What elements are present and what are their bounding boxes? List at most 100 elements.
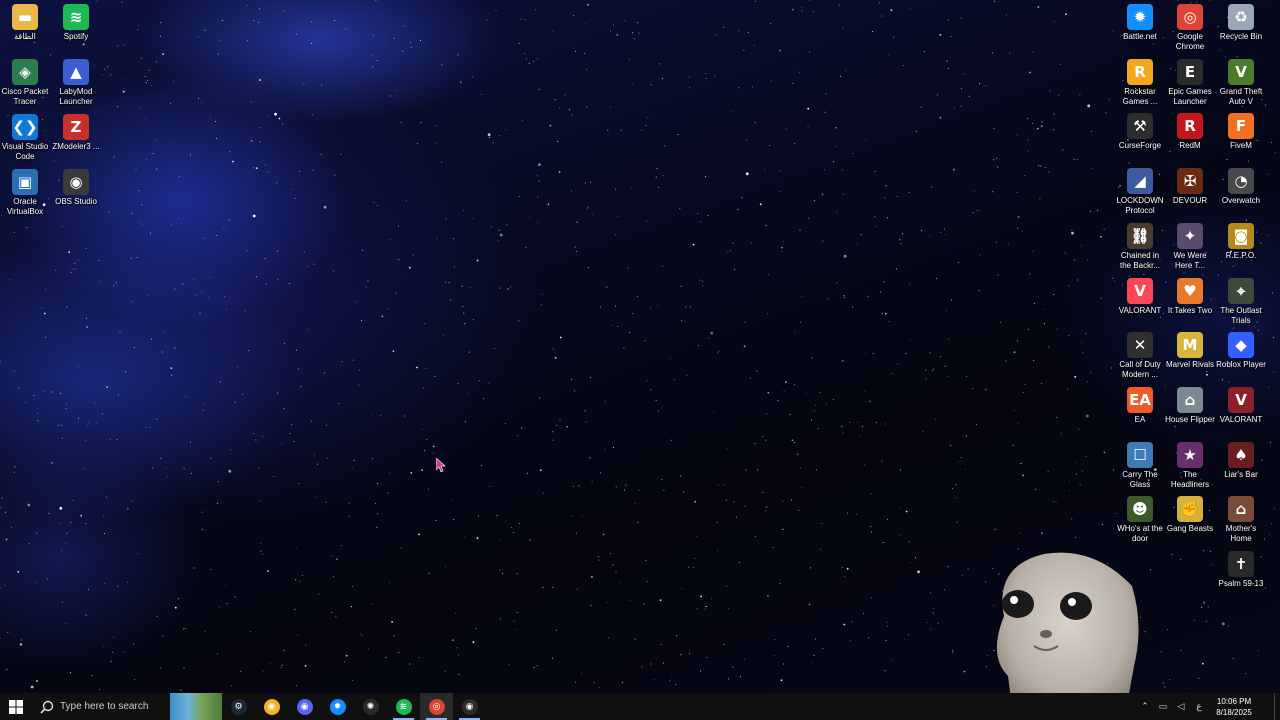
chrome-icon: ◎ — [428, 698, 445, 715]
desktop-icon-chrome[interactable]: ◎ Google Chrome — [1165, 4, 1215, 52]
ea-icon: EA — [1127, 386, 1153, 413]
desktop-icon-label: Marvel Rivals — [1165, 360, 1214, 370]
desktop-icon-curseforge[interactable]: ⚒ CurseForge — [1115, 113, 1165, 151]
desktop-icon-redm[interactable]: R RedM — [1165, 113, 1215, 151]
search-icon — [40, 700, 54, 714]
desktop-icon-label: It Takes Two — [1167, 305, 1213, 315]
desktop-icon-overwatch[interactable]: ◔ Overwatch — [1216, 168, 1266, 206]
taskbar-app-discord-yellow[interactable]: ◉ — [255, 693, 288, 720]
start-button[interactable] — [0, 693, 32, 720]
desktop-icon-label: EA — [1134, 414, 1146, 424]
curseforge-icon: ⚒ — [1127, 113, 1153, 140]
vscode-icon: ❮❯ — [12, 114, 38, 140]
desktop-icon-devour[interactable]: ✠ DEVOUR — [1165, 168, 1215, 206]
desktop-icon-fivem[interactable]: F FiveM — [1216, 113, 1266, 151]
discord-yellow-icon: ◉ — [263, 698, 280, 715]
desktop-icon-valorant[interactable]: V VALORANT — [1115, 277, 1165, 316]
desktop-icon-house-flipper[interactable]: ⌂ House Flipper — [1165, 386, 1215, 425]
fivem-icon: F — [1228, 113, 1254, 140]
desktop-icon-we-were-here[interactable]: ✦ We Were Here T... — [1165, 222, 1215, 271]
gang-beasts-icon: ✊ — [1177, 496, 1203, 523]
obs-icon: ◉ — [63, 169, 89, 195]
desktop-icon-ea[interactable]: EA EA — [1115, 386, 1165, 425]
search-placeholder: Type here to search — [60, 701, 149, 712]
desktop-icon-whos-at-the-door[interactable]: ☻ WHo's at the door — [1115, 496, 1165, 544]
repo-icon: ◙ — [1228, 222, 1254, 249]
desktop-icon-vscode[interactable]: ❮❯ Visual Studio Code — [0, 114, 50, 162]
desktop-icon-battlenet[interactable]: ✹ Battle.net — [1115, 4, 1165, 42]
desktop-icon-label: LOCKDOWN Protocol — [1116, 196, 1164, 216]
chrome-icon: ◎ — [1177, 4, 1203, 30]
labymod-icon: ▲ — [63, 59, 89, 85]
desktop-icon-epic-games[interactable]: E Epic Games Launcher — [1165, 58, 1215, 107]
language-indicator[interactable]: ع — [1190, 693, 1208, 720]
psalm-icon: ✝ — [1228, 551, 1254, 577]
desktop-icon-gta-v[interactable]: V Grand Theft Auto V — [1216, 58, 1266, 107]
chevron-up-icon[interactable]: ⌃ — [1136, 693, 1154, 720]
desktop-icon-zmodeler[interactable]: Z ZModeler3 ... — [51, 114, 101, 152]
desktop-icon-label: Call of Duty Modern ... — [1119, 360, 1161, 380]
windows-logo-icon — [9, 699, 23, 714]
desktop-icon-label: The Outlast Trials — [1220, 305, 1262, 325]
outlast-trials-icon: ⌖ — [1228, 277, 1254, 304]
taskbar-pinned-apps: ⚙ ◉ ◉ ✹ ✺ ≋ ◎ ◉ — [222, 693, 486, 720]
taskbar-app-obs[interactable]: ◉ — [453, 693, 486, 720]
system-tray: ⌃ ▭ ◁ ع 10:06 PM 8/18/2025 — [1136, 693, 1280, 720]
desktop-icon-headliners[interactable]: ★ The Headliners — [1165, 441, 1215, 490]
epic-games-icon: E — [1177, 58, 1203, 85]
desktop-icon-spotify[interactable]: ≋ Spotify — [51, 4, 101, 42]
notification-icon[interactable] — [1260, 693, 1274, 720]
desktop-icon-virtualbox[interactable]: ▣ Oracle VirtualBox — [0, 169, 50, 217]
chained-icon: ⛓ — [1127, 222, 1153, 249]
clock-time: 10:06 PM — [1216, 696, 1252, 706]
taskbar: Type here to search ⚙ ◉ ◉ ✹ ✺ ≋ ◎ ◉ ⌃ ▭ ◁ ع 10:… — [0, 693, 1280, 720]
volume-icon[interactable]: ◁ — [1172, 693, 1190, 720]
we-were-here-icon: ✦ — [1177, 222, 1203, 249]
desktop-icon-call-of-duty[interactable]: ✕ Call of Duty Modern ... — [1115, 332, 1165, 380]
rockstar-icon: R — [1127, 58, 1153, 85]
spotify-icon: ≋ — [63, 4, 89, 30]
taskbar-app-battlenet[interactable]: ✹ — [321, 693, 354, 720]
zmodeler-icon: Z — [63, 114, 89, 140]
desktop-icon-rockstar[interactable]: R Rockstar Games ... — [1115, 58, 1165, 107]
desktop-icon-lockdown-protocol[interactable]: ◢ LOCKDOWN Protocol — [1115, 168, 1165, 216]
steelseries-icon: ✺ — [362, 698, 379, 715]
desktop-icon-label: DEVOUR — [1172, 196, 1208, 206]
desktop-icon-cisco-packet-tracer[interactable]: ◈ Cisco Packet Tracer — [0, 59, 50, 107]
taskbar-app-steam[interactable]: ⚙ — [222, 693, 255, 720]
desktop-icon-marvel-rivals[interactable]: M Marvel Rivals — [1165, 332, 1215, 370]
desktop-icon-folder[interactable]: ▬ الطاقة — [0, 4, 50, 42]
desktop-icon-valorant-alt[interactable]: V VALORANT — [1216, 386, 1266, 425]
battlenet-icon: ✹ — [1127, 4, 1153, 30]
obs-icon: ◉ — [461, 698, 478, 715]
desktop-icon-label: LabyMod Launcher — [59, 87, 93, 106]
clock[interactable]: 10:06 PM 8/18/2025 — [1208, 696, 1260, 718]
desktop-icon-label: OBS Studio — [55, 197, 97, 206]
valorant-alt-icon: V — [1228, 386, 1254, 413]
desktop-icon-it-takes-two[interactable]: ♥ It Takes Two — [1165, 277, 1215, 316]
desktop-icon-roblox[interactable]: ◆ Roblox Player — [1216, 332, 1266, 370]
desktop-icon-chained[interactable]: ⛓ Chained in the Backr... — [1115, 222, 1165, 271]
network-icon[interactable]: ▭ — [1154, 693, 1172, 720]
desktop-icon-recycle-bin[interactable]: ♻ Recycle Bin — [1216, 4, 1266, 42]
cisco-packet-tracer-icon: ◈ — [12, 59, 38, 85]
desktop-icon-gang-beasts[interactable]: ✊ Gang Beasts — [1165, 496, 1215, 534]
desktop-icon-repo[interactable]: ◙ R.E.P.O. — [1216, 222, 1266, 261]
desktop-icon-mothers-home[interactable]: ⌂ Mother's Home — [1216, 496, 1266, 544]
desktop-icon-outlast-trials[interactable]: ⌖ The Outlast Trials — [1216, 277, 1266, 326]
recycle-bin-icon: ♻ — [1228, 4, 1254, 30]
taskbar-app-spotify[interactable]: ≋ — [387, 693, 420, 720]
mouse-cursor — [436, 458, 446, 472]
taskbar-app-chrome[interactable]: ◎ — [420, 693, 453, 720]
desktop-icon-liars-bar[interactable]: ♠ Liar's Bar — [1216, 441, 1266, 480]
taskbar-app-steelseries[interactable]: ✺ — [354, 693, 387, 720]
desktop-icon-carry-the-glass[interactable]: ☐ Carry The Glass — [1115, 441, 1165, 490]
steam-icon: ⚙ — [230, 698, 247, 715]
desktop-icon-labymod[interactable]: ▲ LabyMod Launcher — [51, 59, 101, 107]
battlenet-icon: ✹ — [329, 698, 346, 715]
desktop-icon-obs[interactable]: ◉ OBS Studio — [51, 169, 101, 207]
taskbar-search-box[interactable]: Type here to search — [32, 693, 166, 720]
show-desktop-button[interactable] — [1274, 693, 1280, 720]
desktop-icon-psalm[interactable]: ✝ Psalm 59-13 — [1216, 551, 1266, 589]
taskbar-app-discord[interactable]: ◉ — [288, 693, 321, 720]
